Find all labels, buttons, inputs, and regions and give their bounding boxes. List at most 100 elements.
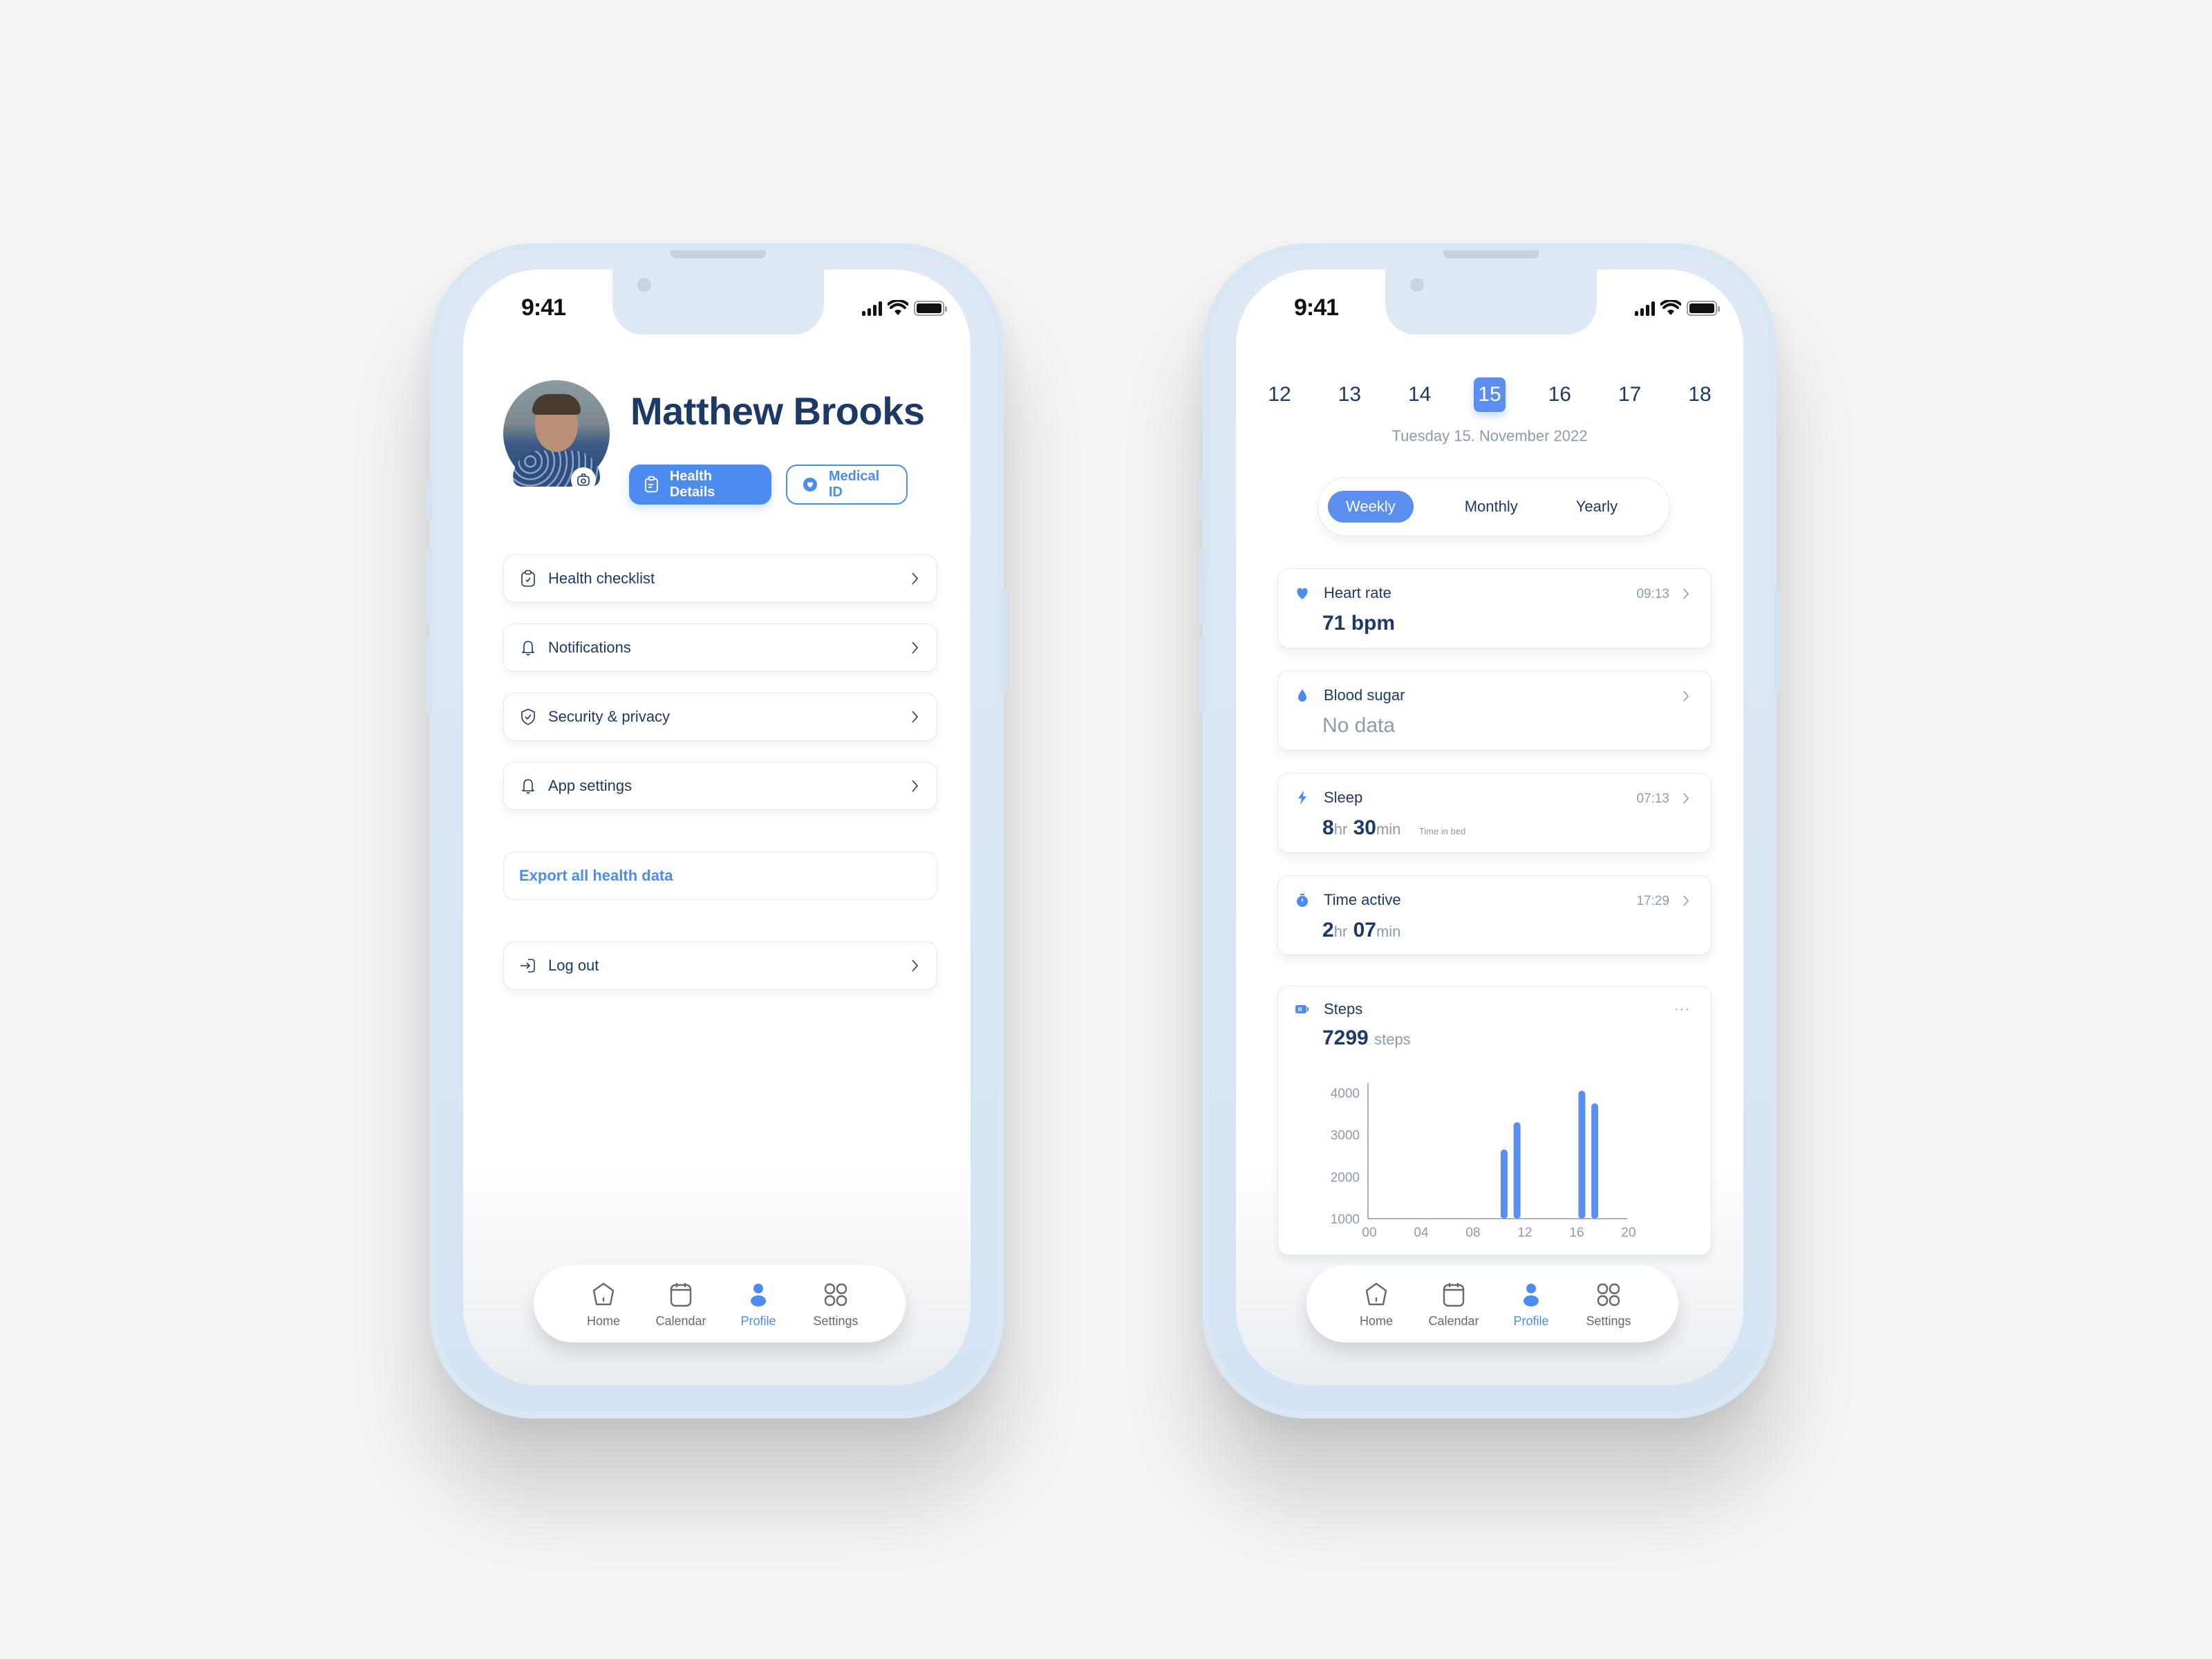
day-12[interactable]: 12 — [1264, 377, 1295, 412]
chevron-right-icon — [912, 711, 919, 723]
tab-calendar[interactable]: Calendar — [642, 1280, 720, 1329]
heart-rate-title: Heart rate — [1324, 584, 1391, 601]
change-photo-button[interactable] — [571, 467, 596, 492]
heart-icon — [1297, 588, 1308, 599]
medical-id-button[interactable]: Medical ID — [786, 465, 908, 505]
day-picker: 12 13 14 15 16 17 18 — [1264, 377, 1716, 412]
status-icons — [862, 300, 947, 317]
time-active-time: 17:29 — [1636, 894, 1669, 908]
day-14[interactable]: 14 — [1404, 377, 1436, 412]
heart-rate-time: 09:13 — [1636, 587, 1669, 601]
stopwatch-icon — [1297, 894, 1308, 907]
wifi-icon — [1660, 300, 1681, 315]
profile-screen: 9:41 Matthew Brooks Health Details Medic… — [463, 270, 971, 1385]
health-details-button[interactable]: Health Details — [629, 465, 771, 505]
tab-bar: Home Calendar Profile Settings — [534, 1265, 906, 1342]
menu-item-health-checklist[interactable]: Health checklist — [503, 554, 937, 603]
blood-sugar-card[interactable]: Blood sugar No data — [1277, 671, 1712, 751]
power-button — [1001, 589, 1008, 693]
y-tick-label: 3000 — [1331, 1129, 1360, 1143]
day-18[interactable]: 18 — [1684, 377, 1716, 412]
calendar-icon — [1443, 1282, 1465, 1306]
bar — [1513, 1122, 1521, 1219]
segment-yearly[interactable]: Yearly — [1558, 491, 1635, 523]
wifi-icon — [888, 300, 908, 315]
silent-switch — [426, 478, 433, 520]
tab-label: Settings — [1586, 1313, 1631, 1328]
medical-id-label: Medical ID — [828, 469, 880, 500]
bar — [1591, 1103, 1599, 1219]
bell-icon — [519, 777, 537, 795]
x-tick-label: 00 — [1362, 1226, 1376, 1240]
volume-down-button — [426, 637, 433, 713]
chevron-right-icon — [1683, 895, 1689, 906]
sleep-time: 07:13 — [1636, 791, 1669, 806]
speaker — [1443, 250, 1539, 259]
tab-profile[interactable]: Profile — [1492, 1280, 1570, 1329]
drop-icon — [1298, 689, 1306, 702]
tab-home[interactable]: Home — [565, 1280, 642, 1329]
speaker — [671, 250, 766, 259]
chevron-right-icon — [1683, 793, 1689, 804]
tab-label: Profile — [1513, 1313, 1549, 1328]
chevron-right-icon — [912, 572, 919, 585]
sleep-hours-unit: hr — [1333, 821, 1348, 838]
active-hours-unit: hr — [1333, 923, 1348, 940]
bar — [1578, 1090, 1586, 1219]
lightning-icon — [1298, 791, 1306, 805]
phone-profile: 9:41 Matthew Brooks Health Details Medic… — [426, 243, 1008, 1418]
export-label: Export all health data — [519, 867, 673, 884]
bar — [1500, 1149, 1508, 1219]
notch — [1385, 270, 1597, 335]
signal-icon — [862, 301, 882, 316]
export-health-data-button[interactable]: Export all health data — [503, 852, 937, 900]
blood-sugar-title: Blood sugar — [1324, 686, 1405, 704]
avatar[interactable] — [503, 380, 610, 487]
menu-item-notifications[interactable]: Notifications — [503, 624, 937, 672]
x-tick-label: 04 — [1414, 1226, 1429, 1240]
home-icon — [1365, 1282, 1387, 1305]
time-active-card[interactable]: Time active 17:29 2hr 07min — [1277, 875, 1712, 955]
tab-label: Home — [1359, 1313, 1393, 1328]
sleep-value: 8hr 30min Time in bed — [1322, 816, 1465, 840]
y-tick-label: 1000 — [1331, 1212, 1360, 1227]
time-active-title: Time active — [1324, 891, 1401, 908]
active-minutes: 07 — [1353, 919, 1376, 941]
day-16[interactable]: 16 — [1544, 377, 1575, 412]
day-13[interactable]: 13 — [1333, 377, 1365, 412]
x-tick-label: 20 — [1621, 1226, 1635, 1240]
battery-icon — [914, 301, 947, 316]
signal-icon — [1635, 301, 1655, 316]
sleep-hours: 8 — [1322, 816, 1334, 839]
sleep-card[interactable]: Sleep 07:13 8hr 30min Time in bed — [1277, 773, 1712, 853]
heart-rate-card[interactable]: Heart rate 09:13 71 bpm — [1277, 568, 1712, 648]
logout-icon — [519, 957, 537, 975]
sleep-minutes: 30 — [1353, 816, 1376, 839]
steps-chart: 1000 2000 3000 4000 00 04 08 12 16 20 — [1331, 1083, 1636, 1240]
person-icon — [1524, 1283, 1539, 1306]
menu-item-label: Security & privacy — [548, 708, 671, 725]
segment-weekly[interactable]: Weekly — [1328, 491, 1414, 523]
active-minutes-unit: min — [1376, 923, 1401, 940]
tab-profile[interactable]: Profile — [720, 1280, 797, 1329]
tab-settings[interactable]: Settings — [1570, 1280, 1647, 1329]
menu-item-label: Notifications — [548, 639, 631, 656]
battery-icon — [1687, 301, 1720, 316]
day-17[interactable]: 17 — [1614, 377, 1646, 412]
tab-home[interactable]: Home — [1338, 1280, 1415, 1329]
x-tick-label: 08 — [1465, 1226, 1480, 1240]
steps-card[interactable]: Steps ··· 7299 steps 1000 2000 3000 4000 00 0… — [1277, 986, 1712, 1255]
phone-dashboard: 9:41 12 13 14 15 16 17 18 Tuesday 15. No… — [1199, 243, 1781, 1418]
chevron-right-icon — [912, 959, 919, 972]
chevron-right-icon — [1683, 691, 1689, 702]
menu-item-security-privacy[interactable]: Security & privacy — [503, 693, 937, 741]
segment-monthly[interactable]: Monthly — [1447, 491, 1536, 523]
tab-label: Home — [586, 1313, 620, 1328]
notch — [612, 270, 824, 335]
blood-sugar-value: No data — [1322, 714, 1396, 737]
tab-settings[interactable]: Settings — [797, 1280, 874, 1329]
day-15-selected[interactable]: 15 — [1473, 377, 1506, 412]
menu-item-app-settings[interactable]: App settings — [503, 762, 937, 810]
logout-button[interactable]: Log out — [503, 941, 937, 990]
tab-calendar[interactable]: Calendar — [1415, 1280, 1492, 1329]
